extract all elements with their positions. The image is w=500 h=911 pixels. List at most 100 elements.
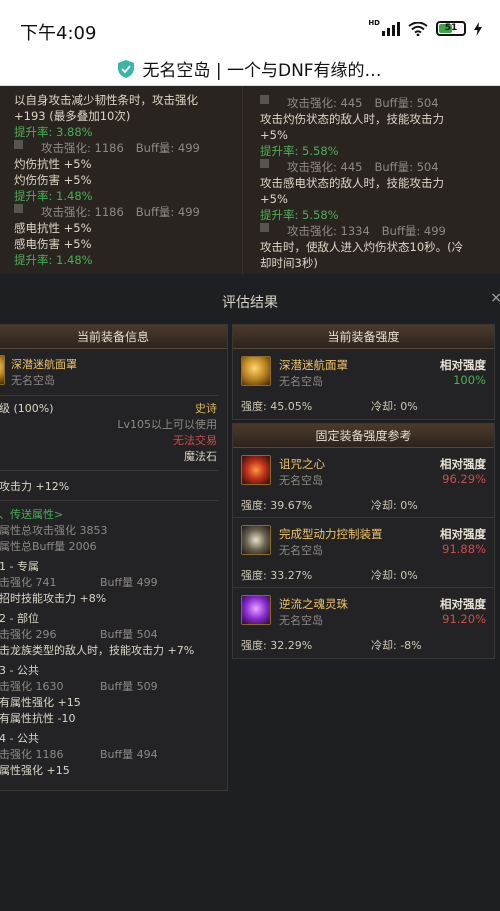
bg-text-line: 灼伤抗性 +5% [14, 157, 92, 171]
trade-status: 无法交易 [173, 434, 217, 447]
bg-text-line: 却时间3秒) [260, 256, 318, 270]
checkbox-icon[interactable] [260, 159, 269, 168]
bg-buff-value: Buff量: 504 [374, 160, 439, 174]
checkbox-icon[interactable] [260, 223, 269, 232]
group-buff: Buff量 509 [100, 680, 158, 693]
bg-text-line: 提升率: 5.58% [260, 208, 339, 222]
bg-text-line: +5% [260, 192, 288, 206]
bg-stat-row[interactable]: 攻击强化: 1186 Buff量: 499 [14, 204, 200, 220]
background-right-column: 攻击强化: 445 Buff量: 504 攻击灼伤状态的敌人时，技能攻击力 +5% 提升… [260, 95, 463, 271]
item-name: 诅咒之心 [279, 457, 325, 471]
panel-header: 当前装备强度 [233, 325, 494, 349]
bg-text-line: 攻击感电状态的敌人时，技能攻击力 [260, 176, 444, 190]
shield-check-icon [118, 59, 135, 78]
wifi-icon [408, 21, 428, 36]
total-attack: 属性总攻击强化 3853 [0, 524, 108, 537]
mask-icon [0, 355, 5, 385]
bg-buff-value: Buff量: 499 [135, 141, 200, 155]
group-buff: Buff量 499 [100, 576, 158, 589]
bg-text-line: +5% [260, 128, 288, 142]
bg-attack-value: 攻击强化: 1186 [41, 141, 124, 155]
status-icons: HD 51 [368, 18, 482, 36]
bg-attack-value: 攻击强化: 1334 [287, 224, 370, 238]
strength-value: 强度: 39.67% [241, 499, 313, 512]
panel-header: 当前装备信息 [0, 325, 227, 349]
bg-text-line: 提升率: 5.58% [260, 144, 339, 158]
relative-strength-label: 相对强度 [440, 358, 486, 372]
background-left-column: 以自身攻击减少韧性条时，攻击强化 +193 (最多叠加10次) 提升率: 3.88%… [14, 92, 200, 268]
charging-icon [474, 21, 482, 36]
cursed-heart-icon [241, 455, 271, 485]
equipment-card[interactable]: 深潜迷航面罩 无名空岛 相对强度 100% 强度: 45.05% 冷却: 0% [233, 349, 494, 419]
bg-text-line: 攻击灼伤状态的敌人时，技能攻击力 [260, 112, 444, 126]
panel-header: 固定装备强度参考 [233, 424, 494, 448]
relative-strength-label: 相对强度 [440, 597, 486, 611]
mask-icon [241, 356, 271, 386]
bg-text-line: 提升率: 3.88% [14, 125, 93, 139]
title-bar: 无名空岛 | 一个与DNF有缘的… [0, 52, 500, 86]
bg-attack-value: 攻击强化: 445 [287, 160, 363, 174]
checkbox-icon[interactable] [260, 95, 269, 104]
total-buff: 属性总Buff量 2006 [0, 540, 97, 553]
category-label: 魔法石 [184, 450, 217, 463]
bg-buff-value: Buff量: 499 [381, 224, 446, 238]
relative-strength-label: 相对强度 [440, 457, 486, 471]
bg-text-line: 灼伤伤害 +5% [14, 173, 92, 187]
bg-attack-value: 攻击强化: 1186 [41, 205, 124, 219]
bg-buff-value: Buff量: 499 [135, 205, 200, 219]
item-name: 逆流之魂灵珠 [279, 597, 348, 611]
bg-text-line: 感电抗性 +5% [14, 221, 92, 235]
group-buff: Buff量 494 [100, 748, 158, 761]
base-stat: 攻击力 +12% [0, 480, 70, 493]
item-source: 无名空岛 [279, 544, 323, 557]
background-item-list: 以自身攻击减少韧性条时，攻击强化 +193 (最多叠加10次) 提升率: 3.88%… [0, 86, 500, 274]
item-source: 无名空岛 [279, 375, 323, 388]
equipment-card[interactable]: 逆流之魂灵珠 无名空岛 相对强度 91.20% 强度: 32.29% 冷却: -8% [233, 588, 494, 658]
relative-strength-label: 相对强度 [440, 527, 486, 541]
checkbox-icon[interactable] [14, 204, 23, 213]
bg-stat-row[interactable]: 攻击强化: 445 Buff量: 504 [260, 95, 463, 111]
group-effect: 有属性抗性 -10 [0, 712, 76, 725]
cooldown-value: 冷却: -8% [371, 639, 422, 652]
bg-stat-row[interactable]: 攻击强化: 445 Buff量: 504 [260, 159, 463, 175]
close-button[interactable]: × [490, 290, 500, 306]
status-time: 下午4:09 [20, 23, 97, 44]
bg-stat-row[interactable]: 攻击强化: 1186 Buff量: 499 [14, 140, 200, 156]
equipment-card[interactable]: 诅咒之心无名空岛 相对强度 96.29% 强度: 39.67% 冷却: 0% [233, 448, 494, 518]
strength-value: 强度: 33.27% [241, 569, 313, 582]
battery-level: 51 [444, 23, 458, 33]
cooldown-value: 冷却: 0% [371, 499, 418, 512]
group-title: 4 - 公共 [0, 732, 39, 745]
relative-strength-value: 100% [453, 373, 486, 387]
page-title: 无名空岛 | 一个与DNF有缘的… [142, 61, 382, 81]
relative-strength-value: 91.88% [442, 542, 486, 556]
bg-text-line: 以自身攻击减少韧性条时，攻击强化 [14, 93, 198, 107]
group-effect: 有属性强化 +15 [0, 696, 81, 709]
group-buff: Buff量 504 [100, 628, 158, 641]
strength-value: 强度: 32.29% [241, 639, 313, 652]
soul-orb-icon [241, 595, 271, 625]
bg-text-line: 攻击时，使敌人进入灼伤状态10秒。(冷 [260, 240, 464, 254]
item-name: 深潜迷航面罩 [11, 358, 77, 371]
item-name: 深潜迷航面罩 [279, 358, 348, 372]
evaluation-modal: 评估结果 × 当前装备信息 深潜迷航面罩 无名空岛 级 (100%) 史诗 Lv… [0, 274, 500, 911]
checkbox-icon[interactable] [14, 140, 23, 149]
column-divider [242, 86, 243, 274]
group-effect: 击龙族类型的敌人时，技能攻击力 +7% [0, 644, 195, 657]
group-title: 2 - 部位 [0, 612, 39, 625]
status-bar: 下午4:09 HD 51 [0, 0, 500, 52]
reference-strength-panel: 固定装备强度参考 诅咒之心 无名空岛 相对强度 96.29% 强度: 39.67% 冷却:… [232, 423, 495, 659]
hd-badge: HD [368, 18, 380, 27]
equipment-card[interactable]: 完成型动力控制装置 无名空岛 相对强度 91.88% 强度: 33.27% 冷却: 0% [233, 518, 494, 588]
bg-stat-row[interactable]: 攻击强化: 1334 Buff量: 499 [260, 223, 463, 239]
group-attack: 击强化 1630 [0, 680, 64, 693]
current-equipment-panel: 当前装备信息 深潜迷航面罩 无名空岛 级 (100%) 史诗 Lv105以上可以… [0, 324, 228, 791]
cooldown-value: 冷却: 0% [371, 569, 418, 582]
relative-strength-value: 91.20% [442, 612, 486, 626]
grade-label: 级 (100%) [0, 402, 54, 415]
bg-text-line: 提升率: 1.48% [14, 189, 93, 203]
relative-strength-value: 96.29% [442, 472, 486, 486]
modal-title: 评估结果 [222, 295, 278, 311]
item-source: 无名空岛 [279, 474, 323, 487]
rarity-label: 史诗 [195, 402, 217, 415]
